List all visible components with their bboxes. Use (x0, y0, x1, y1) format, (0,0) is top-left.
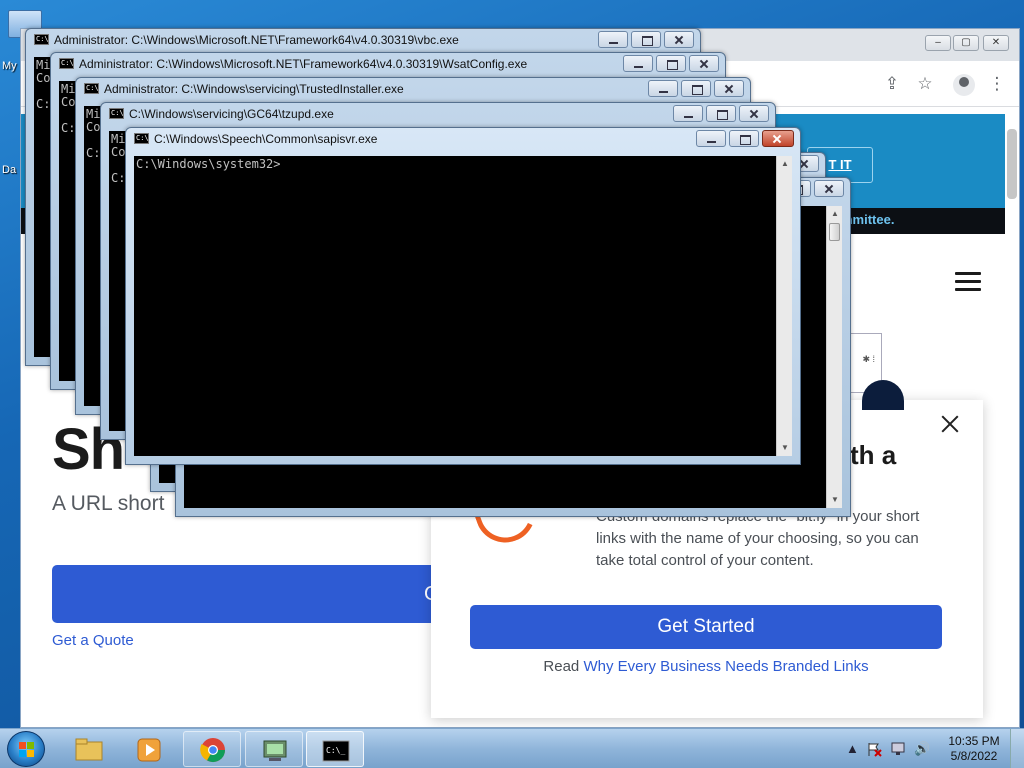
show-hidden-icons[interactable]: ▲ (846, 741, 859, 756)
read-prefix: Read (543, 658, 584, 675)
console-icon: C:\ (109, 108, 124, 119)
console-title: Administrator: C:\Windows\servicing\Trus… (104, 82, 404, 96)
console-scrollbar[interactable]: ▲ ▼ (826, 206, 842, 508)
desktop: My Da – ▢ ✕ ⇪ ☆ ⋮ T IT mmittee. Sh A URL… (0, 0, 1024, 728)
console-output[interactable]: C:\Windows\system32> (134, 156, 776, 456)
folder-icon (75, 738, 103, 761)
scroll-down-icon[interactable]: ▼ (827, 492, 843, 508)
svg-text:C:\_: C:\_ (326, 746, 345, 755)
minimize-button[interactable] (623, 55, 653, 72)
minimize-button[interactable] (598, 31, 628, 48)
console-titlebar[interactable]: C:\ Administrator: C:\Windows\Microsoft.… (51, 53, 725, 75)
scroll-down-icon[interactable]: ▼ (777, 440, 793, 456)
media-player-icon (137, 738, 161, 762)
minimize-button[interactable] (696, 130, 726, 147)
minimize-button[interactable] (648, 80, 678, 97)
close-button[interactable] (739, 105, 769, 122)
start-button[interactable] (7, 731, 45, 767)
close-button[interactable] (714, 80, 744, 97)
clock-time: 10:35 PM (948, 734, 1000, 748)
close-button[interactable]: ✕ (983, 35, 1009, 51)
branded-links-article-link[interactable]: Why Every Business Needs Branded Links (583, 658, 868, 675)
console-title: Administrator: C:\Windows\Microsoft.NET\… (54, 33, 459, 47)
command-prompt-icon: C:\_ (322, 740, 350, 762)
close-button[interactable] (689, 55, 719, 72)
taskbar-explorer[interactable] (60, 731, 118, 767)
taskbar-command-prompt[interactable]: C:\_ (306, 731, 364, 767)
popup-read-line: Read Why Every Business Needs Branded Li… (470, 658, 942, 675)
hamburger-menu-icon[interactable] (955, 272, 981, 292)
computer-network-icon (263, 740, 287, 761)
console-title: C:\Windows\Speech\Common\sapisvr.exe (154, 132, 378, 146)
share-icon[interactable]: ⇪ (881, 73, 903, 95)
windows-logo-icon (19, 742, 34, 757)
console-titlebar[interactable]: C:\ Administrator: C:\Windows\servicing\… (76, 78, 750, 100)
close-button[interactable] (664, 31, 694, 48)
close-button[interactable] (814, 180, 844, 197)
scroll-thumb[interactable] (829, 223, 840, 241)
minimize-button[interactable]: – (925, 35, 951, 51)
console-icon: C:\ (34, 34, 49, 45)
hero-cta-button[interactable]: G (52, 565, 472, 623)
maximize-button[interactable] (656, 55, 686, 72)
show-desktop-button[interactable] (1010, 729, 1024, 768)
close-button[interactable] (762, 130, 794, 147)
close-icon[interactable] (939, 413, 961, 435)
console-titlebar[interactable]: C:\ Administrator: C:\Windows\Microsoft.… (26, 29, 700, 51)
active-console-window[interactable]: C:\ C:\Windows\Speech\Common\sapisvr.exe… (125, 127, 801, 465)
console-titlebar[interactable]: C:\ C:\Windows\Speech\Common\sapisvr.exe (126, 128, 800, 150)
scroll-up-icon[interactable]: ▲ (777, 156, 793, 172)
volume-icon[interactable]: 🔊 (914, 741, 930, 757)
taskbar-network-app[interactable] (245, 731, 303, 767)
scroll-up-icon[interactable]: ▲ (827, 206, 843, 222)
system-clock[interactable]: 10:35 PM 5/8/2022 (942, 734, 1006, 764)
get-started-button[interactable]: Get Started (470, 605, 942, 649)
popup-heading: th a (850, 440, 897, 470)
minimize-button[interactable] (673, 105, 703, 122)
profile-avatar[interactable] (953, 74, 975, 96)
console-prompt: C:\Windows\system32> (136, 157, 281, 171)
chrome-icon (200, 738, 225, 763)
action-center-flag-icon[interactable] (866, 741, 882, 757)
console-titlebar[interactable]: C:\ C:\Windows\servicing\GC64\tzupd.exe (101, 103, 775, 125)
hero-subtitle: A URL short (52, 492, 165, 515)
clock-date: 5/8/2022 (950, 749, 998, 763)
maximize-button[interactable] (729, 130, 759, 147)
get-quote-link[interactable]: Get a Quote (52, 632, 134, 649)
desktop-icon-label[interactable]: My (2, 60, 17, 72)
console-icon: C:\ (134, 133, 149, 144)
console-icon: C:\ (84, 83, 99, 94)
page-scrollbar-thumb[interactable] (1007, 129, 1017, 199)
maximize-button[interactable] (706, 105, 736, 122)
taskbar-media-player[interactable] (120, 731, 178, 767)
console-title: C:\Windows\servicing\GC64\tzupd.exe (129, 107, 334, 121)
console-scrollbar[interactable]: ▲ ▼ (776, 156, 792, 456)
bookmark-star-icon[interactable]: ☆ (914, 73, 936, 95)
taskbar: C:\_ ▲ 🔊 10:35 PM 5/8/2022 (0, 728, 1024, 768)
maximize-button[interactable] (631, 31, 661, 48)
menu-kebab-icon[interactable]: ⋮ (986, 73, 1008, 95)
console-icon: C:\ (59, 58, 74, 69)
maximize-button[interactable]: ▢ (953, 35, 979, 51)
taskbar-chrome[interactable] (183, 731, 241, 767)
maximize-button[interactable] (681, 80, 711, 97)
network-icon[interactable] (890, 741, 908, 757)
desktop-icon-label[interactable]: Da (2, 164, 16, 176)
console-title: Administrator: C:\Windows\Microsoft.NET\… (79, 57, 528, 71)
